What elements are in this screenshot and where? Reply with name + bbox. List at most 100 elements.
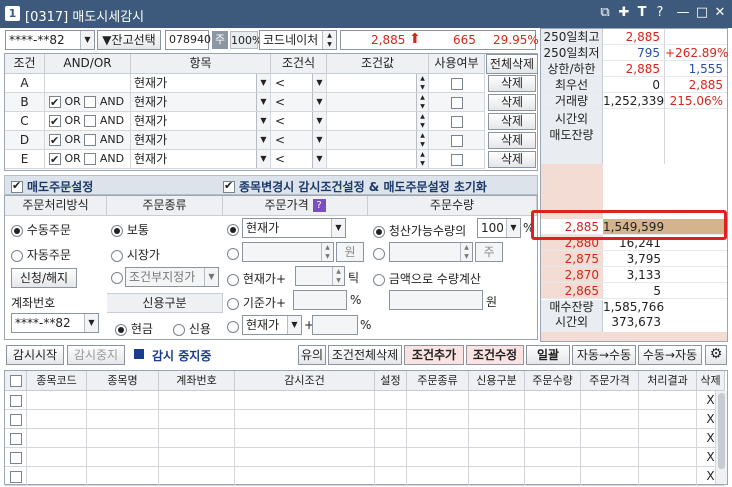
or-checkbox[interactable] (49, 151, 61, 169)
condition-value-input[interactable]: ▲ ▼ (327, 74, 429, 93)
stop-monitor-button[interactable]: 감시중지 (67, 345, 125, 365)
type-conditional-radio[interactable] (111, 270, 123, 284)
price-current2-pct-input[interactable] (312, 315, 358, 335)
price-base-plus-radio[interactable]: 기준가+ (227, 294, 286, 311)
delete-condition-button[interactable]: 삭제 (488, 94, 536, 111)
condition-value-input[interactable]: ▲ ▼ (327, 131, 429, 150)
condition-item-select[interactable]: 현재가 ▼ (131, 112, 271, 131)
credit-credit-radio[interactable]: 신용 (173, 320, 211, 337)
method-manual-radio[interactable]: 수동주문 (11, 221, 71, 238)
ask-price[interactable]: 2,865 (541, 283, 603, 299)
type-normal-radio[interactable]: 보통 (111, 221, 149, 238)
row-checkbox[interactable] (9, 451, 22, 464)
row-checkbox[interactable] (9, 413, 22, 426)
help-icon[interactable]: ? (652, 5, 668, 21)
qty-fixed-input[interactable]: 0 ▲▼ (389, 242, 473, 262)
price-current2-radio[interactable] (227, 319, 239, 333)
add-condition-button[interactable]: 조건추가 (404, 345, 464, 365)
row-checkbox[interactable] (9, 394, 22, 407)
price-fixed-radio[interactable] (227, 246, 239, 260)
condition-operator-select[interactable]: < ▼ (271, 131, 327, 150)
manual-to-auto-button[interactable]: 수동→자동 (638, 345, 702, 365)
delete-condition-button[interactable]: 삭제 (488, 151, 536, 168)
price-fixed-input[interactable]: 0 ▲▼ (242, 242, 334, 262)
condition-value-input[interactable]: ▲ ▼ (327, 112, 429, 131)
price-current-plus-radio[interactable]: 현재가+ (227, 270, 286, 287)
ask-price[interactable]: 2,875 (541, 251, 603, 267)
condition-operator-select[interactable]: < ▼ (271, 93, 327, 112)
row-checkbox[interactable] (9, 470, 22, 483)
credit-cash-radio[interactable]: 현금 (115, 320, 153, 337)
price-current2-select[interactable]: 현재가 ▼ (242, 315, 302, 335)
vertical-scrollbar[interactable] (715, 391, 727, 484)
tick-offset-input[interactable]: 0 ▲▼ (295, 266, 345, 286)
qty-pct-select[interactable]: 100 ▼ (477, 218, 521, 238)
base-pct-input[interactable] (293, 290, 347, 310)
stepper-icon[interactable]: ▲ ▼ (332, 267, 344, 285)
note-button[interactable]: 유의 (298, 345, 326, 365)
gear-icon[interactable]: ⚙ (705, 345, 727, 365)
delete-condition-button[interactable]: 삭제 (488, 113, 536, 130)
type-market-radio[interactable]: 시장가 (111, 246, 160, 263)
select-all-checkbox[interactable] (9, 374, 22, 387)
stock-code-field[interactable]: 078940 (165, 30, 211, 50)
price-type-select[interactable]: 현재가 ▼ (242, 218, 346, 238)
balance-select-button[interactable]: ▼잔고선택 (97, 30, 161, 50)
condition-item-select[interactable]: 현재가 ▼ (131, 93, 271, 112)
condition-operator-select[interactable]: < ▼ (271, 112, 327, 131)
use-checkbox[interactable] (450, 77, 463, 90)
edit-condition-button[interactable]: 조건수정 (466, 345, 524, 365)
qty-amount-input[interactable] (389, 290, 483, 310)
use-checkbox[interactable] (450, 134, 463, 147)
order-account-select[interactable]: ****-**82 ▼ (11, 313, 99, 333)
stepper-icon[interactable]: ▲ ▼ (416, 112, 428, 130)
and-checkbox[interactable] (84, 96, 97, 108)
and-checkbox[interactable] (84, 134, 97, 146)
minimize-icon[interactable]: — (675, 5, 691, 21)
delete-condition-button[interactable]: 삭제 (488, 132, 536, 149)
condition-value-input[interactable]: ▲ ▼ (327, 150, 429, 169)
use-checkbox[interactable] (450, 115, 463, 128)
start-monitor-button[interactable]: 감시시작 (6, 345, 64, 365)
use-checkbox[interactable] (450, 153, 463, 166)
and-checkbox[interactable] (84, 115, 97, 127)
delete-all-conditions-button[interactable]: 전체삭제 (486, 54, 538, 74)
or-checkbox[interactable] (49, 113, 61, 131)
stepper-icon[interactable]: ▲ ▼ (416, 93, 428, 111)
row-checkbox[interactable] (9, 432, 22, 445)
auto-to-manual-button[interactable]: 자동→수동 (572, 345, 636, 365)
stepper-icon[interactable]: ▲ ▼ (416, 74, 428, 92)
or-checkbox[interactable] (49, 132, 61, 150)
stock-search-icon[interactable]: ▲ ▼ (322, 31, 336, 49)
qty-available-radio[interactable]: 청산가능수량의 (373, 222, 466, 239)
maximize-icon[interactable]: □ (694, 5, 710, 21)
stepper-icon[interactable]: ▲ ▼ (416, 150, 428, 168)
condition-value-input[interactable]: ▲ ▼ (327, 93, 429, 112)
close-icon[interactable]: ✕ (712, 5, 728, 21)
stepper-icon[interactable]: ▲ ▼ (321, 243, 333, 261)
condition-item-select[interactable]: 현재가 ▼ (131, 131, 271, 150)
batch-button[interactable]: 일괄 (526, 345, 570, 365)
qty-fixed-radio[interactable] (373, 246, 385, 260)
stepper-icon[interactable]: ▲ ▼ (460, 243, 472, 261)
qty-amount-radio[interactable]: 금액으로 수량계산 (373, 270, 481, 287)
and-checkbox[interactable] (84, 153, 97, 165)
price-select-radio[interactable] (227, 222, 239, 236)
delete-all-conditions-button-2[interactable]: 조건전체삭제 (328, 345, 402, 365)
pin-icon[interactable]: ✚ (616, 5, 632, 21)
window-icon[interactable]: ⧉ (597, 5, 613, 21)
condition-operator-select[interactable]: < ▼ (271, 74, 327, 93)
delete-condition-button[interactable]: 삭제 (488, 75, 536, 92)
condition-item-select[interactable]: 현재가 ▼ (131, 74, 271, 93)
apply-cancel-button[interactable]: 신청/해지 (11, 268, 77, 288)
condition-operator-select[interactable]: < ▼ (271, 150, 327, 169)
method-auto-radio[interactable]: 자동주문 (11, 246, 71, 263)
reset-on-change-checkbox[interactable] (223, 179, 235, 193)
account-select[interactable]: ****-**82 ▼ (5, 30, 95, 50)
conditional-price-select[interactable]: 조건부지정가 ▼ (125, 267, 219, 287)
scrollbar-thumb[interactable] (718, 393, 725, 469)
text-icon[interactable]: T (634, 5, 650, 21)
condition-item-select[interactable]: 현재가 ▼ (131, 150, 271, 169)
or-checkbox[interactable] (49, 94, 61, 112)
help-icon[interactable]: ? (312, 199, 326, 212)
